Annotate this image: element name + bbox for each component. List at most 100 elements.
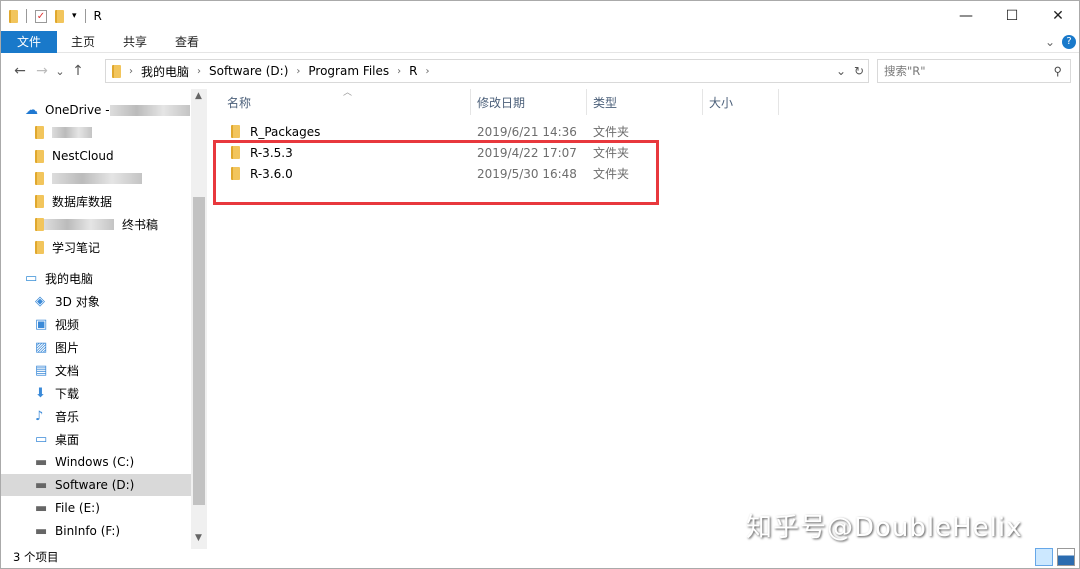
breadcrumb-software-d[interactable]: Software (D:) bbox=[209, 64, 288, 78]
column-header-name[interactable]: 名称 bbox=[221, 89, 471, 115]
sidebar-item-label: 文档 bbox=[55, 363, 80, 378]
folder-icon bbox=[35, 240, 44, 254]
large-icons-view-button[interactable] bbox=[1057, 548, 1075, 566]
pictures-icon: ▨ bbox=[35, 339, 48, 355]
sidebar-item[interactable]: ☁ OneDrive - bbox=[1, 99, 191, 121]
redacted-text bbox=[52, 126, 92, 138]
properties-icon[interactable]: ✓ bbox=[35, 9, 47, 23]
address-dropdown-button[interactable]: ⌄ bbox=[836, 64, 846, 78]
minimize-button[interactable]: — bbox=[943, 1, 989, 31]
tab-view[interactable]: 查看 bbox=[161, 31, 213, 53]
sidebar-item[interactable]: NestCloud bbox=[1, 145, 191, 167]
recent-locations-button[interactable]: ⌄ bbox=[53, 65, 67, 78]
3d-objects-icon: ◈ bbox=[35, 293, 45, 309]
expand-ribbon-icon[interactable]: ⌄ bbox=[1045, 35, 1055, 49]
sidebar-item[interactable]: ▨ 图片 bbox=[1, 336, 191, 358]
redacted-text bbox=[44, 218, 114, 230]
sidebar-scroll-thumb[interactable] bbox=[193, 197, 205, 505]
download-icon: ⬇ bbox=[35, 385, 46, 401]
drive-icon: ▬ bbox=[35, 523, 48, 539]
sidebar-item-label: 桌面 bbox=[55, 432, 80, 447]
watermark: 知乎号@DoubleHelix bbox=[746, 513, 1023, 543]
details-view-button[interactable] bbox=[1035, 548, 1053, 566]
file-date: 2019/6/21 14:36 bbox=[477, 124, 577, 139]
sidebar-item-label: 终书稿 bbox=[122, 217, 159, 232]
divider bbox=[84, 9, 86, 23]
sidebar-item[interactable]: 终书稿 bbox=[1, 213, 191, 235]
sidebar-item[interactable]: ◈ 3D 对象 bbox=[1, 290, 191, 312]
refresh-button[interactable]: ↻ bbox=[854, 64, 864, 78]
sidebar-item[interactable]: ⬇ 下载 bbox=[1, 382, 191, 404]
file-name: R_Packages bbox=[250, 124, 321, 139]
sidebar-item[interactable] bbox=[1, 167, 191, 189]
address-bar[interactable]: › 我的电脑 › Software (D:) › Program Files ›… bbox=[105, 59, 869, 83]
chevron-right-icon[interactable]: › bbox=[296, 66, 300, 77]
sidebar-item-label: 我的电脑 bbox=[45, 271, 94, 286]
status-bar: 3 个项目 bbox=[1, 546, 1079, 568]
new-folder-icon[interactable] bbox=[55, 9, 64, 23]
folder-icon bbox=[112, 64, 121, 78]
search-input[interactable]: 搜索"R" ⚲ bbox=[877, 59, 1071, 83]
sidebar-item-label: 音乐 bbox=[55, 409, 80, 424]
back-button[interactable]: ← bbox=[9, 63, 31, 79]
breadcrumb-program-files[interactable]: Program Files bbox=[308, 64, 389, 78]
sidebar-item-label: Software (D:) bbox=[55, 478, 135, 492]
close-button[interactable]: ✕ bbox=[1035, 1, 1080, 31]
search-icon[interactable]: ⚲ bbox=[1054, 64, 1062, 78]
sidebar-item[interactable]: ▬ File (E:) bbox=[1, 497, 191, 519]
help-icon[interactable]: ? bbox=[1062, 34, 1076, 49]
search-placeholder: 搜索"R" bbox=[884, 64, 926, 78]
forward-button[interactable]: → bbox=[31, 63, 53, 79]
music-icon: ♪ bbox=[35, 408, 44, 424]
breadcrumb-my-computer[interactable]: 我的电脑 bbox=[141, 63, 189, 80]
video-icon: ▣ bbox=[35, 316, 48, 332]
title-bar: ✓ ▾ R — ☐ ✕ bbox=[1, 1, 1079, 31]
up-button[interactable]: ↑ bbox=[67, 63, 89, 79]
column-header-size[interactable]: 大小 bbox=[703, 89, 779, 115]
sidebar-item[interactable]: ▬ Windows (C:) bbox=[1, 451, 191, 473]
drive-icon: ▬ bbox=[35, 477, 48, 493]
sidebar-item-label: Windows (C:) bbox=[55, 455, 135, 469]
sidebar-item-label: 3D 对象 bbox=[55, 294, 100, 309]
ribbon: 文件 主页 共享 查看 ⌄ ? bbox=[1, 30, 1079, 53]
sidebar-item[interactable]: ♪ 音乐 bbox=[1, 405, 191, 427]
sidebar-item[interactable]: ▬ BinInfo (F:) bbox=[1, 520, 191, 542]
folder-icon bbox=[231, 125, 240, 138]
folder-icon bbox=[35, 149, 44, 163]
desktop-icon: ▭ bbox=[35, 431, 48, 447]
sidebar-item[interactable]: ▣ 视频 bbox=[1, 313, 191, 335]
chevron-right-icon[interactable]: › bbox=[426, 66, 430, 77]
column-header-type[interactable]: 类型 bbox=[587, 89, 703, 115]
chevron-right-icon[interactable]: › bbox=[397, 66, 401, 77]
file-type: 文件夹 bbox=[593, 125, 630, 139]
folder-icon bbox=[35, 194, 44, 208]
scroll-up-icon[interactable]: ▲ bbox=[195, 91, 202, 101]
item-count: 3 个项目 bbox=[13, 550, 59, 564]
sidebar-item[interactable]: 数据库数据 bbox=[1, 190, 191, 212]
quick-access-dropdown-icon[interactable]: ▾ bbox=[72, 11, 77, 21]
scroll-down-icon[interactable]: ▼ bbox=[195, 533, 202, 543]
sidebar-item-label: NestCloud bbox=[52, 149, 114, 163]
sidebar-item-label: 下载 bbox=[55, 386, 80, 401]
sidebar-item[interactable]: 学习笔记 bbox=[1, 236, 191, 258]
tab-home[interactable]: 主页 bbox=[57, 31, 109, 53]
folder-icon bbox=[9, 9, 18, 23]
sidebar-item[interactable] bbox=[1, 121, 191, 143]
tab-file[interactable]: 文件 bbox=[1, 30, 58, 53]
breadcrumb-r[interactable]: R bbox=[409, 64, 417, 78]
sidebar-item[interactable]: ▭ 我的电脑 bbox=[1, 267, 191, 289]
column-header-date[interactable]: 修改日期 bbox=[471, 89, 587, 115]
sidebar-item-label: 图片 bbox=[55, 340, 80, 355]
sidebar-item[interactable]: ▤ 文档 bbox=[1, 359, 191, 381]
sidebar-item[interactable]: ▬ Software (D:) bbox=[1, 474, 191, 496]
file-row[interactable]: R_Packages 2019/6/21 14:36 文件夹 bbox=[225, 121, 865, 142]
sidebar-item-label: 视频 bbox=[55, 317, 80, 332]
sidebar-item[interactable]: ▭ 桌面 bbox=[1, 428, 191, 450]
maximize-button[interactable]: ☐ bbox=[989, 1, 1035, 31]
navigation-pane: ▲ ▼ ☁ OneDrive - NestCloud 数据库数据 终书稿 学习笔记 ▭ 我的… bbox=[1, 89, 207, 549]
tab-share[interactable]: 共享 bbox=[109, 31, 161, 53]
sidebar-item-label: File (E:) bbox=[55, 501, 100, 515]
chevron-right-icon[interactable]: › bbox=[197, 66, 201, 77]
redacted-text bbox=[109, 104, 190, 116]
cloud-icon: ☁ bbox=[25, 102, 38, 118]
